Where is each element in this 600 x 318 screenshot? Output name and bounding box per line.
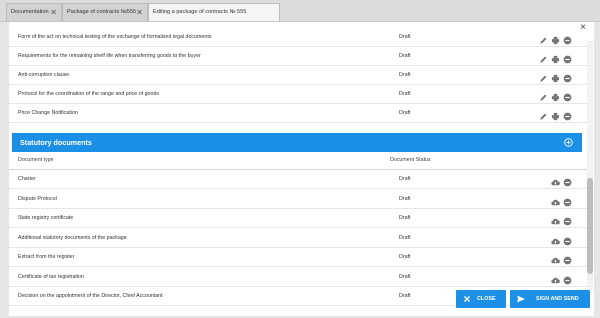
- document-name: Dispute Protocol: [18, 195, 57, 202]
- document-name: Certificate of tax registration: [18, 273, 84, 280]
- table-row[interactable]: Anti-corruption clause Draft: [9, 66, 587, 85]
- table-row[interactable]: Extract from the register Draft: [9, 248, 587, 267]
- document-name: Extract from the register: [18, 254, 75, 260]
- edit-icon[interactable]: [539, 32, 548, 44]
- document-name: State registry certificate: [18, 215, 74, 221]
- document-status: Draft: [399, 53, 411, 59]
- section-title: Statutory documents: [20, 138, 92, 147]
- print-icon[interactable]: [551, 32, 560, 45]
- add-circle-icon[interactable]: [564, 138, 573, 147]
- remove-icon[interactable]: [563, 174, 572, 187]
- upload-cloud-icon[interactable]: [551, 233, 560, 244]
- document-status: Draft: [399, 195, 411, 202]
- tab-documentation[interactable]: Documentation ✕: [6, 3, 62, 21]
- scrollbar-thumb[interactable]: [587, 178, 593, 274]
- remove-icon[interactable]: [563, 32, 572, 45]
- table-row[interactable]: Charter Draft: [9, 170, 587, 189]
- statutory-table-header: Document type Document Status: [9, 152, 587, 170]
- remove-icon[interactable]: [563, 252, 572, 265]
- table-row[interactable]: Additional statutory documents of the pa…: [9, 229, 587, 248]
- remove-icon[interactable]: [563, 89, 572, 102]
- tab-label: Package of contracts №555: [67, 9, 137, 15]
- tab-label: Documentation: [11, 9, 49, 15]
- document-status: Draft: [399, 254, 411, 260]
- sign-and-send-button[interactable]: SIGN AND SEND: [510, 290, 590, 308]
- remove-icon[interactable]: [563, 194, 572, 206]
- document-name: Additional statutory documents of the pa…: [18, 234, 127, 241]
- edit-icon[interactable]: [539, 51, 548, 63]
- close-tab-icon[interactable]: ✕: [50, 4, 57, 21]
- upload-cloud-icon[interactable]: [551, 272, 560, 283]
- column-header-document-status: Document Status: [390, 157, 431, 163]
- tab-label: Editing a package of contracts № 555: [153, 9, 247, 15]
- edit-icon[interactable]: [539, 70, 548, 82]
- document-status: Draft: [399, 34, 411, 40]
- table-row[interactable]: State registry certificate Draft: [9, 209, 587, 228]
- print-icon[interactable]: [551, 51, 560, 64]
- remove-icon[interactable]: [563, 213, 572, 226]
- document-status: Draft: [399, 273, 411, 280]
- table-row[interactable]: Certificate of tax registration Draft: [9, 268, 587, 287]
- table-row[interactable]: Dispute Protocol Draft: [9, 190, 587, 209]
- sign-and-send-label: SIGN AND SEND: [536, 296, 579, 302]
- upload-cloud-icon[interactable]: [551, 174, 560, 186]
- document-name: Protocol for the coordination of the ran…: [18, 91, 160, 97]
- table-row[interactable]: Form of the act on technical testing of …: [9, 28, 587, 47]
- document-name: Requirements for the remaining shelf lif…: [18, 53, 201, 59]
- document-name: Anti-corruption clause: [18, 72, 70, 78]
- document-name: Form of the act on technical testing of …: [18, 34, 212, 40]
- close-button-label: CLOSE: [477, 296, 496, 302]
- tab-editing-package[interactable]: Editing a package of contracts № 555: [148, 3, 280, 21]
- remove-icon[interactable]: [563, 233, 572, 245]
- document-name: Price Change Notification: [18, 110, 78, 116]
- table-row[interactable]: Price Change Notification Draft: [9, 104, 587, 123]
- statutory-section-header: Statutory documents: [12, 133, 582, 152]
- upload-cloud-icon[interactable]: [551, 194, 560, 205]
- edit-icon[interactable]: [539, 89, 548, 101]
- print-icon[interactable]: [551, 70, 560, 83]
- edit-icon[interactable]: [539, 108, 548, 120]
- column-header-document-type: Document type: [18, 157, 54, 163]
- close-icon: [464, 296, 470, 302]
- remove-icon[interactable]: [563, 70, 572, 83]
- document-status: Draft: [399, 215, 411, 221]
- remove-icon[interactable]: [563, 51, 572, 64]
- document-status: Draft: [399, 110, 411, 116]
- document-status: Draft: [399, 91, 411, 97]
- tab-bar: Documentation ✕ Package of contracts №55…: [0, 0, 600, 22]
- close-tab-icon[interactable]: ✕: [136, 4, 143, 21]
- document-status: Draft: [399, 234, 411, 241]
- send-icon: [517, 295, 525, 303]
- document-status: Draft: [399, 293, 411, 299]
- document-name: Decision on the appointment of the Direc…: [18, 293, 163, 299]
- remove-icon[interactable]: [563, 272, 572, 284]
- document-name: Charter: [18, 176, 36, 182]
- table-row[interactable]: Protocol for the coordination of the ran…: [9, 85, 587, 104]
- upload-cloud-icon[interactable]: [551, 213, 560, 225]
- print-icon[interactable]: [551, 108, 560, 121]
- table-row[interactable]: Requirements for the remaining shelf lif…: [9, 47, 587, 66]
- tab-package-of-contracts[interactable]: Package of contracts №555 ✕: [62, 3, 148, 21]
- document-status: Draft: [399, 176, 411, 182]
- upload-cloud-icon[interactable]: [551, 252, 560, 264]
- print-icon[interactable]: [551, 89, 560, 102]
- remove-icon[interactable]: [563, 108, 572, 121]
- close-button[interactable]: CLOSE: [456, 290, 506, 308]
- document-status: Draft: [399, 72, 411, 78]
